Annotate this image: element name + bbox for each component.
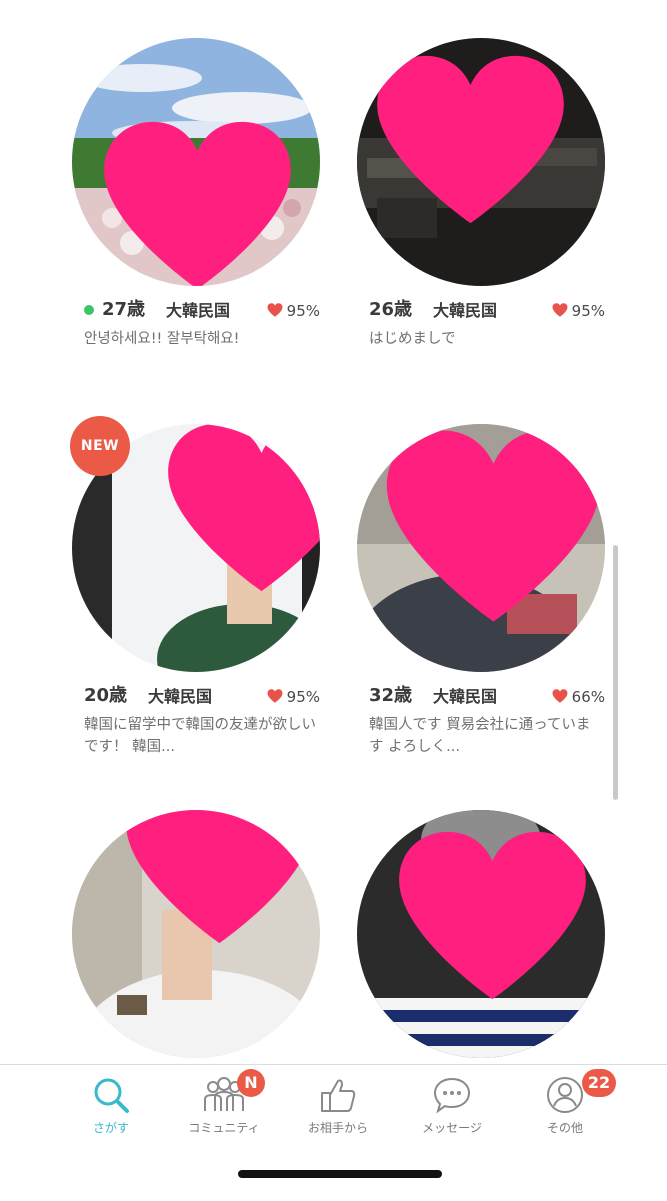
heart-cover-icon <box>126 810 313 944</box>
match-rate-value: 66% <box>571 688 605 706</box>
profile-bio: 韓国に留学中で韓国の友達が欲しいです！ 韓国... <box>84 717 316 755</box>
heart-icon <box>267 303 283 317</box>
tab-label: さがす <box>92 1121 129 1135</box>
tab-label: その他 <box>546 1121 583 1135</box>
thumbs-up-icon <box>321 1079 356 1112</box>
match-rate-value: 95% <box>571 302 605 320</box>
heart-icon <box>552 303 568 317</box>
heart-cover-icon <box>399 831 586 1000</box>
profile-bio: 안녕하세요!! 잘부탁해요! <box>84 331 240 347</box>
heart-cover-icon <box>386 430 601 622</box>
match-rate: 66% <box>552 685 605 709</box>
match-rate-value: 95% <box>286 688 320 706</box>
profile-age: 26歳 <box>369 299 413 320</box>
profile-bio: はじめましで <box>369 331 456 347</box>
tab-bar: さがす コミュニティ N お相手から メッセージ その他 22 <box>0 1064 667 1201</box>
profile-photo[interactable] <box>357 424 605 672</box>
tab-other[interactable]: その他 22 <box>510 1069 620 1145</box>
tab-badge: N <box>237 1069 265 1097</box>
profile-age: 20歳 <box>84 685 128 706</box>
tab-label: メッセージ <box>422 1121 482 1135</box>
tab-community[interactable]: コミュニティ N <box>169 1069 279 1145</box>
tab-messages[interactable]: メッセージ <box>397 1075 507 1145</box>
heart-cover-icon <box>377 55 564 224</box>
profile-age: 27歳 <box>102 299 146 320</box>
chat-icon <box>433 1077 471 1114</box>
profile-photo[interactable] <box>72 38 320 286</box>
match-rate: 95% <box>267 299 320 323</box>
profile-photo[interactable] <box>72 810 320 1058</box>
profile-country: 大韓民国 <box>166 301 231 320</box>
tab-search[interactable]: さがす <box>56 1075 166 1145</box>
tab-badge: 22 <box>582 1069 616 1097</box>
profile-age: 32歳 <box>369 685 413 706</box>
user-icon <box>547 1077 583 1113</box>
tab-likes-received[interactable]: お相手から <box>283 1075 393 1145</box>
profile-photo[interactable] <box>357 38 605 286</box>
match-rate-value: 95% <box>286 302 320 320</box>
search-icon <box>94 1078 129 1113</box>
heart-icon <box>267 689 283 703</box>
match-rate: 95% <box>267 685 320 709</box>
scrollbar[interactable] <box>613 545 618 800</box>
home-indicator <box>238 1170 442 1178</box>
tab-label: お相手から <box>307 1121 368 1135</box>
new-badge: NEW <box>70 416 130 476</box>
heart-cover-icon <box>168 424 320 592</box>
match-rate: 95% <box>552 299 605 323</box>
profile-bio: 韓国人です 貿易会社に通っています よろしく... <box>369 717 591 755</box>
profile-photo[interactable] <box>357 810 605 1058</box>
profile-country: 大韓民国 <box>148 687 213 706</box>
tab-label: コミュニティ <box>188 1121 260 1135</box>
profile-country: 大韓民国 <box>433 687 498 706</box>
profile-country: 大韓民国 <box>433 301 498 320</box>
heart-cover-icon <box>104 121 291 286</box>
online-indicator <box>84 305 94 315</box>
heart-icon <box>552 689 568 703</box>
